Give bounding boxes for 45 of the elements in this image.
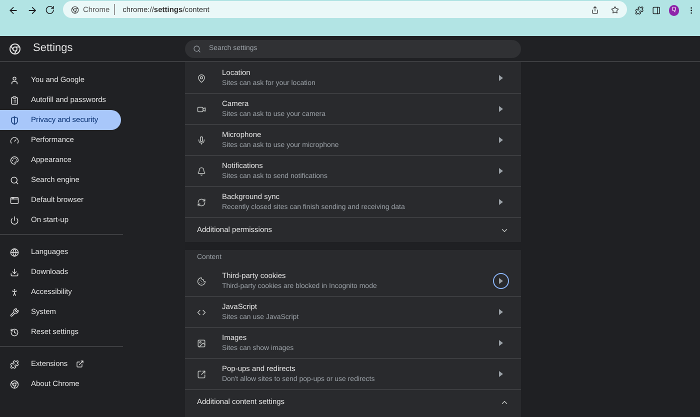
- cookie-icon: [197, 276, 206, 286]
- palette-icon: [10, 156, 19, 164]
- chrome-icon: [70, 6, 79, 14]
- arrow-right-icon: [499, 371, 503, 377]
- gauge-icon: [10, 136, 19, 144]
- puzzle-icon: [10, 360, 19, 368]
- share-icon[interactable]: [591, 6, 600, 14]
- arrow-right-icon: [499, 75, 503, 81]
- shield-icon: [10, 116, 19, 124]
- code-icon: [197, 308, 206, 316]
- arrow-right-icon: [499, 278, 503, 284]
- power-icon: [10, 216, 19, 224]
- clipboard-icon: [10, 96, 19, 104]
- sync-icon: [197, 198, 206, 206]
- side-panel-icon[interactable]: [652, 6, 661, 15]
- globe-icon: [10, 248, 19, 256]
- arrow-right-icon: [499, 309, 503, 315]
- extensions-icon[interactable]: [635, 6, 644, 15]
- arrow-right-icon: [499, 106, 503, 112]
- arrow-right-icon: [499, 137, 503, 143]
- focus-ring[interactable]: [493, 273, 509, 289]
- wrench-icon: [10, 308, 19, 316]
- arrow-right-icon: [499, 168, 503, 174]
- location-pin-icon: [197, 74, 206, 82]
- bookmark-star-icon[interactable]: [611, 6, 620, 14]
- reload-icon[interactable]: [45, 5, 55, 15]
- person-icon: [10, 76, 19, 84]
- forward-icon[interactable]: [26, 5, 38, 16]
- chrome-logo-icon: [9, 42, 21, 54]
- arrow-right-icon: [499, 340, 503, 346]
- search-icon: [193, 44, 201, 52]
- image-icon: [197, 338, 206, 348]
- camera-icon: [197, 104, 206, 114]
- history-icon: [10, 328, 19, 336]
- back-icon[interactable]: [8, 5, 19, 16]
- microphone-icon: [197, 136, 206, 144]
- accessibility-icon: [10, 288, 19, 296]
- popup-icon: [197, 370, 206, 378]
- page-title: Settings: [33, 41, 73, 56]
- arrow-right-icon: [499, 199, 503, 205]
- bell-icon: [197, 166, 206, 176]
- search-icon: [10, 176, 19, 184]
- download-icon: [10, 268, 19, 276]
- chrome-icon: [10, 380, 19, 388]
- browser-window-icon: [10, 196, 19, 204]
